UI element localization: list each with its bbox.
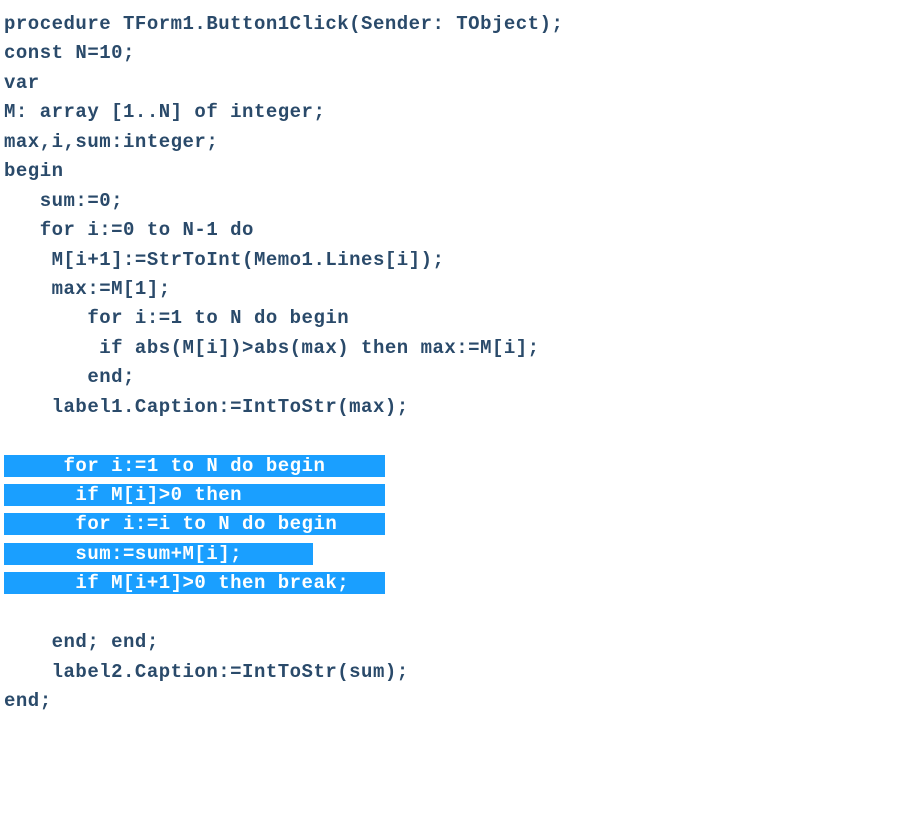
code-line: M[i+1]:=StrToInt(Memo1.Lines[i]); (4, 246, 900, 275)
code-line-selected: for i:=1 to N do begin (4, 452, 900, 481)
code-line-selected: if M[i+1]>0 then break; (4, 569, 900, 598)
code-line: end; (4, 687, 900, 716)
code-line: max,i,sum:integer; (4, 128, 900, 157)
code-line-selected: if M[i]>0 then (4, 481, 900, 510)
blank-line (4, 422, 900, 451)
code-line: for i:=1 to N do begin (4, 304, 900, 333)
code-line: const N=10; (4, 39, 900, 68)
code-line: label2.Caption:=IntToStr(sum); (4, 658, 900, 687)
code-line-selected: for i:=i to N do begin (4, 510, 900, 539)
code-line: label1.Caption:=IntToStr(max); (4, 393, 900, 422)
code-line: begin (4, 157, 900, 186)
code-line: sum:=0; (4, 187, 900, 216)
code-block: procedure TForm1.Button1Click(Sender: TO… (4, 10, 900, 717)
code-line: var (4, 69, 900, 98)
code-line: M: array [1..N] of integer; (4, 98, 900, 127)
blank-line (4, 599, 900, 628)
code-line: end; end; (4, 628, 900, 657)
code-line: procedure TForm1.Button1Click(Sender: TO… (4, 10, 900, 39)
code-line-selected: sum:=sum+M[i]; (4, 540, 900, 569)
code-line: if abs(M[i])>abs(max) then max:=M[i]; (4, 334, 900, 363)
code-line: max:=M[1]; (4, 275, 900, 304)
code-line: for i:=0 to N-1 do (4, 216, 900, 245)
code-line: end; (4, 363, 900, 392)
